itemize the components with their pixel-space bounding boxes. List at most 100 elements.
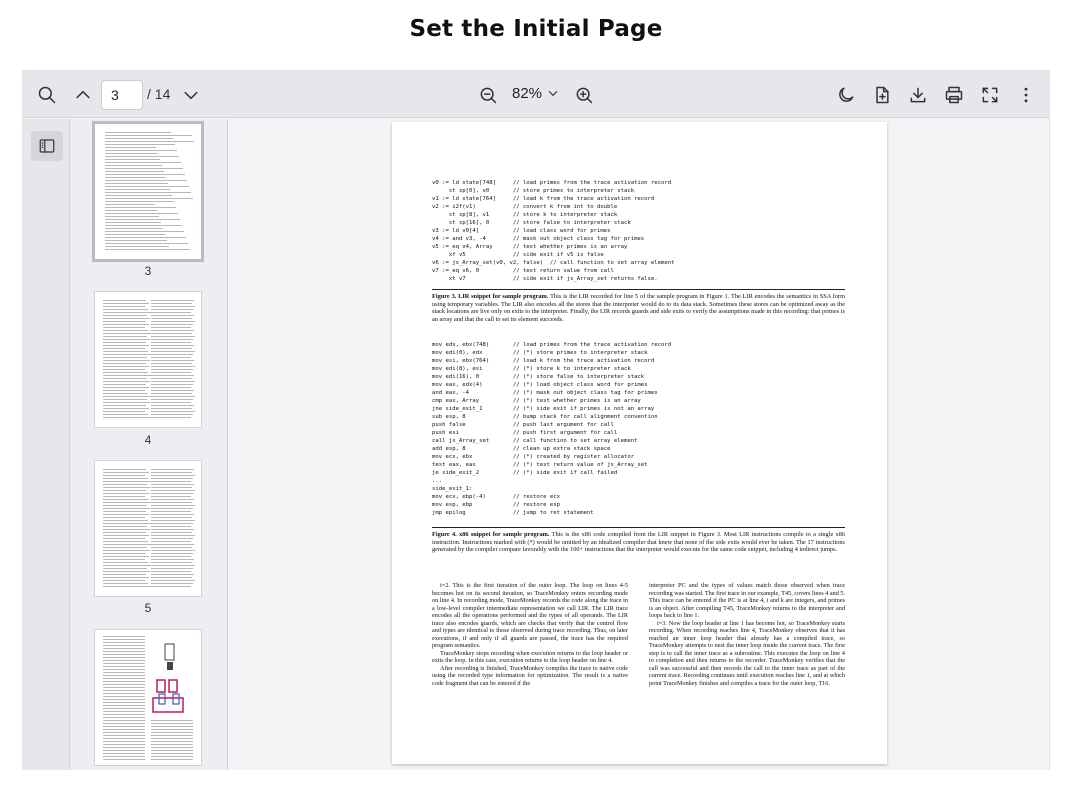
thumbnail-text-line <box>105 210 157 211</box>
thumbnail-text-line <box>103 399 147 400</box>
thumbnail-page-3[interactable] <box>95 124 201 259</box>
thumbnail-text-line <box>151 529 194 530</box>
fullscreen-button[interactable] <box>977 82 1003 108</box>
thumbnail-text-line <box>103 732 145 733</box>
zoom-in-icon <box>576 87 593 104</box>
thumbnail-text-line <box>151 330 194 331</box>
thumbnail-text-line <box>103 669 145 670</box>
document-viewport[interactable]: v0 := ld state[748] // load primes from … <box>229 119 1049 770</box>
thumbnail-text-line <box>105 189 170 190</box>
thumbnail-text-line <box>151 532 192 533</box>
thumbnail-text-line <box>105 183 168 184</box>
thumbnail-text-line <box>103 475 145 476</box>
thumbnail-text-line <box>103 532 146 533</box>
open-file-button[interactable] <box>869 82 895 108</box>
thumbnail-text-line <box>103 666 145 667</box>
document-page: v0 := ld state[748] // load primes from … <box>392 122 887 764</box>
thumbnail-text-line <box>151 502 192 503</box>
print-button[interactable] <box>941 82 967 108</box>
x86-code-listing: mov edx, ebx(748) // load primes from th… <box>432 342 672 516</box>
thumbnail-text-line <box>105 249 190 250</box>
sidebar-icon <box>39 139 55 153</box>
thumbnail-text-line <box>103 711 145 712</box>
thumbnail-text-line <box>151 723 193 724</box>
thumbnail-text-line <box>103 636 145 637</box>
thumbnail-text-line <box>105 240 167 241</box>
more-options-button[interactable] <box>1013 82 1039 108</box>
thumbnail-text-line <box>105 195 172 196</box>
thumbnail-text-line <box>103 351 148 352</box>
thumbnail-text-line <box>105 234 165 235</box>
download-button[interactable] <box>905 82 931 108</box>
thumbnail-text-line <box>151 550 195 551</box>
thumbnail-text-line <box>103 487 150 488</box>
thumbnail-text-line <box>103 538 145 539</box>
thumbnail-text-line <box>103 759 145 760</box>
thumbnail-text-line <box>105 216 159 217</box>
thumbnail-text-line <box>151 738 193 739</box>
search-icon[interactable] <box>34 82 60 108</box>
thumbnail-text-line <box>151 345 194 346</box>
thumbnail-text-line <box>103 390 145 391</box>
zoom-in-button[interactable] <box>571 82 597 108</box>
thumbnail-text-line <box>103 642 145 643</box>
thumbnail-text-line <box>103 714 145 715</box>
thumbnail-page-4[interactable] <box>95 292 201 427</box>
thumbnail-text-line <box>103 372 148 373</box>
sidebar-toggle-button[interactable] <box>31 131 63 161</box>
thumbnail-text-line <box>103 517 145 518</box>
thumbnail-text-line <box>151 318 192 319</box>
thumbnail-text-line <box>103 684 145 685</box>
thumbnail-text-line <box>103 378 147 379</box>
thumbnail-text-line <box>103 565 151 566</box>
thumbnail-text-line <box>103 541 148 542</box>
thumbnail-text-line <box>105 168 183 169</box>
chevron-down-icon <box>184 91 198 100</box>
thumbnail-text-line <box>105 198 193 199</box>
page-number-input[interactable] <box>101 80 143 110</box>
zoom-level[interactable]: 82% <box>512 85 560 102</box>
thumbnail-text-line <box>151 514 194 515</box>
thumbnail-text-line <box>151 312 191 313</box>
paragraph: interpreter PC and the types of values m… <box>649 582 845 619</box>
thumbnail-text-line <box>103 414 148 415</box>
file-plus-icon <box>876 86 889 104</box>
zoom-out-icon <box>480 87 497 104</box>
thumbnail-text-line <box>103 577 149 578</box>
thumbnail-text-line <box>151 378 192 379</box>
thumbnail-text-line <box>103 526 147 527</box>
thumbnail-text-line <box>105 213 178 214</box>
thumbnail-text-line <box>103 396 151 397</box>
page-title: Set the Initial Page <box>409 16 663 42</box>
thumbnail-text-line <box>151 747 193 748</box>
thumbnail-text-line <box>151 481 191 482</box>
thumbnail-text-line <box>105 144 175 145</box>
thumbnail-text-line <box>151 538 193 539</box>
thumbnail-text-line <box>103 496 145 497</box>
thumbnail-text-line <box>103 723 145 724</box>
thumbnail-text-line <box>103 645 145 646</box>
previous-page-button[interactable] <box>70 82 96 108</box>
thumbnail-text-line <box>103 675 145 676</box>
thumbnail-page-6[interactable] <box>95 630 201 765</box>
thumbnail-text-line <box>103 651 145 652</box>
dark-mode-button[interactable] <box>833 82 859 108</box>
thumbnail-text-line <box>103 387 149 388</box>
zoom-out-button[interactable] <box>475 82 501 108</box>
thumbnail-text-line <box>103 514 149 515</box>
thumbnail-text-line <box>151 363 192 364</box>
thumbnail-text-line <box>151 556 191 557</box>
thumbnail-text-line <box>151 726 193 727</box>
thumbnail-text-line <box>103 411 145 412</box>
thumbnail-text-line <box>151 387 191 388</box>
thumbnail-page-5[interactable] <box>95 461 201 596</box>
thumbnail-text-line <box>151 544 194 545</box>
left-rail <box>23 119 70 770</box>
next-page-button[interactable] <box>178 82 204 108</box>
thumbnail-label: 5 <box>144 601 152 615</box>
thumbnail-text-line <box>103 384 146 385</box>
thumbnail-text-line <box>151 315 194 316</box>
thumbnail-text-line <box>105 192 191 193</box>
thumbnail-text-line <box>105 186 189 187</box>
thumbnail-text-line <box>103 345 149 346</box>
